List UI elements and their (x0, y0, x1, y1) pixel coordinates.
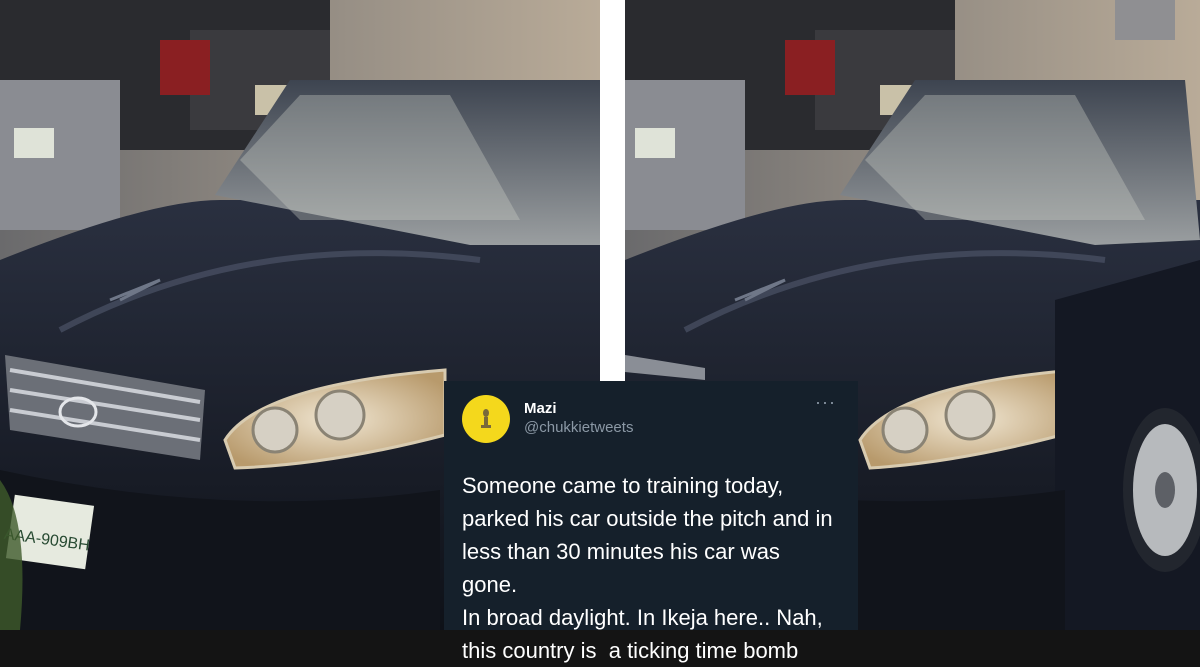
more-horizontal-icon[interactable]: ··· (815, 393, 836, 411)
tweet-author: Mazi @chukkietweets (524, 400, 633, 438)
avatar[interactable] (462, 395, 510, 443)
tweet-card: Mazi @chukkietweets ··· Someone came to … (444, 381, 858, 663)
display-name[interactable]: Mazi (524, 400, 633, 419)
avatar-icon (481, 409, 491, 428)
user-handle[interactable]: @chukkietweets (524, 419, 633, 438)
tweet-header: Mazi @chukkietweets (462, 395, 840, 443)
tweet-text: Someone came to training today, parked h… (462, 473, 833, 663)
